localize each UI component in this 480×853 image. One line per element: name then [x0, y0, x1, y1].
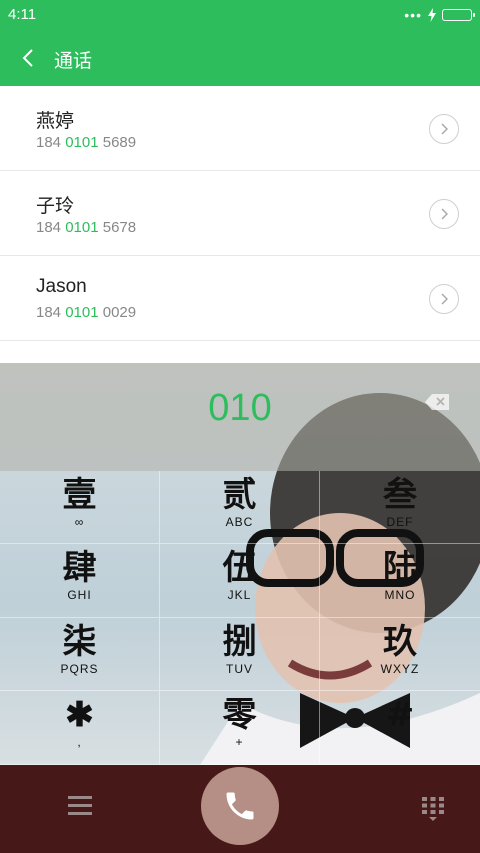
key-letters: PQRS — [60, 662, 99, 676]
key-0[interactable]: 零 + — [160, 691, 320, 765]
status-bar: 4:11 ••• — [0, 0, 480, 30]
contact-detail-button[interactable] — [429, 199, 459, 229]
key-char: ✱ — [65, 695, 94, 735]
key-8[interactable]: 捌 TUV — [160, 618, 320, 691]
key-letters: TUV — [226, 662, 253, 676]
key-5[interactable]: 伍 JKL — [160, 544, 320, 618]
contact-item[interactable]: 燕婷 184 0101 5689 — [0, 86, 480, 171]
number-prefix: 184 — [36, 219, 66, 236]
key-1[interactable]: 壹 ∞ — [0, 471, 160, 544]
key-char: # — [385, 695, 415, 735]
charging-bolt-icon — [428, 8, 436, 22]
number-suffix: 5678 — [98, 219, 137, 236]
contact-number: 184 0101 5678 — [36, 219, 136, 236]
key-char: 贰 — [222, 475, 257, 515]
number-prefix: 184 — [36, 134, 66, 151]
number-match: 0101 — [65, 304, 99, 321]
contact-detail-button[interactable] — [429, 114, 459, 144]
dialer-keypad: 壹 ∞ 贰 ABC 叁 DEF 肆 GHI 伍 JKL 陆 MNO 柒 PQRS 捌 TUV 玖… — [0, 471, 480, 765]
app-bar: 通话 — [0, 30, 480, 86]
contact-name: 燕婷 — [36, 111, 75, 132]
key-4[interactable]: 肆 GHI — [0, 544, 160, 618]
chevron-left-icon — [22, 49, 33, 67]
key-char: 肆 — [62, 548, 97, 588]
backspace-icon[interactable] — [424, 393, 450, 411]
status-time: 4:11 — [8, 6, 37, 23]
key-char: 玖 — [383, 622, 417, 662]
phone-icon — [226, 792, 254, 820]
menu-icon[interactable] — [68, 796, 92, 816]
number-suffix: 0029 — [98, 304, 137, 321]
key-letters: ABC — [225, 515, 254, 529]
key-letters: WXYZ — [380, 662, 420, 676]
contact-name: Jason — [36, 276, 87, 297]
bottom-bar — [0, 765, 480, 853]
key-9[interactable]: 玖 WXYZ — [320, 618, 480, 691]
key-letters: + — [235, 735, 244, 749]
key-char: 捌 — [222, 622, 257, 662]
contact-list: 燕婷 184 0101 5689 子玲 184 0101 5678 Jason … — [0, 86, 480, 341]
contact-item[interactable]: Jason 184 0101 0029 — [0, 256, 480, 341]
chevron-right-icon — [441, 123, 448, 135]
contact-name: 子玲 — [36, 196, 75, 217]
battery-icon — [442, 9, 475, 21]
contact-number: 184 0101 0029 — [36, 304, 136, 321]
contact-item[interactable]: 子玲 184 0101 5678 — [0, 171, 480, 256]
key-letters: , — [77, 735, 82, 749]
number-prefix: 184 — [36, 304, 66, 321]
key-char: 叁 — [383, 475, 417, 515]
number-suffix: 5689 — [98, 134, 137, 151]
page-title: 通话 — [54, 51, 93, 72]
contact-number: 184 0101 5689 — [36, 134, 136, 151]
dialpad-icon[interactable] — [421, 796, 445, 822]
key-6[interactable]: 陆 MNO — [320, 544, 480, 618]
key-letters: DEF — [386, 515, 414, 529]
key-star[interactable]: ✱, — [0, 691, 160, 765]
call-button[interactable] — [201, 767, 279, 845]
back-button[interactable] — [14, 44, 42, 72]
key-letters: GHI — [67, 588, 92, 602]
key-char: 柒 — [62, 622, 97, 662]
key-letters: ∞ — [74, 515, 85, 529]
key-hash[interactable]: # — [320, 691, 480, 765]
key-3[interactable]: 叁 DEF — [320, 471, 480, 544]
number-match: 0101 — [65, 134, 99, 151]
key-char: 陆 — [383, 548, 417, 588]
more-dots: ••• — [404, 7, 422, 23]
key-7[interactable]: 柒 PQRS — [0, 618, 160, 691]
key-2[interactable]: 贰 ABC — [160, 471, 320, 544]
contact-detail-button[interactable] — [429, 284, 459, 314]
chevron-right-icon — [441, 208, 448, 220]
status-icons: ••• — [404, 5, 475, 25]
key-char: 壹 — [62, 475, 97, 515]
key-letters: MNO — [384, 588, 416, 602]
chevron-right-icon — [441, 293, 448, 305]
typed-number[interactable]: 010 — [0, 387, 480, 430]
key-letters: JKL — [227, 588, 252, 602]
key-char: 零 — [222, 695, 257, 735]
number-match: 0101 — [65, 219, 99, 236]
number-input-band: 010 — [0, 363, 480, 471]
key-char: 伍 — [222, 548, 257, 588]
